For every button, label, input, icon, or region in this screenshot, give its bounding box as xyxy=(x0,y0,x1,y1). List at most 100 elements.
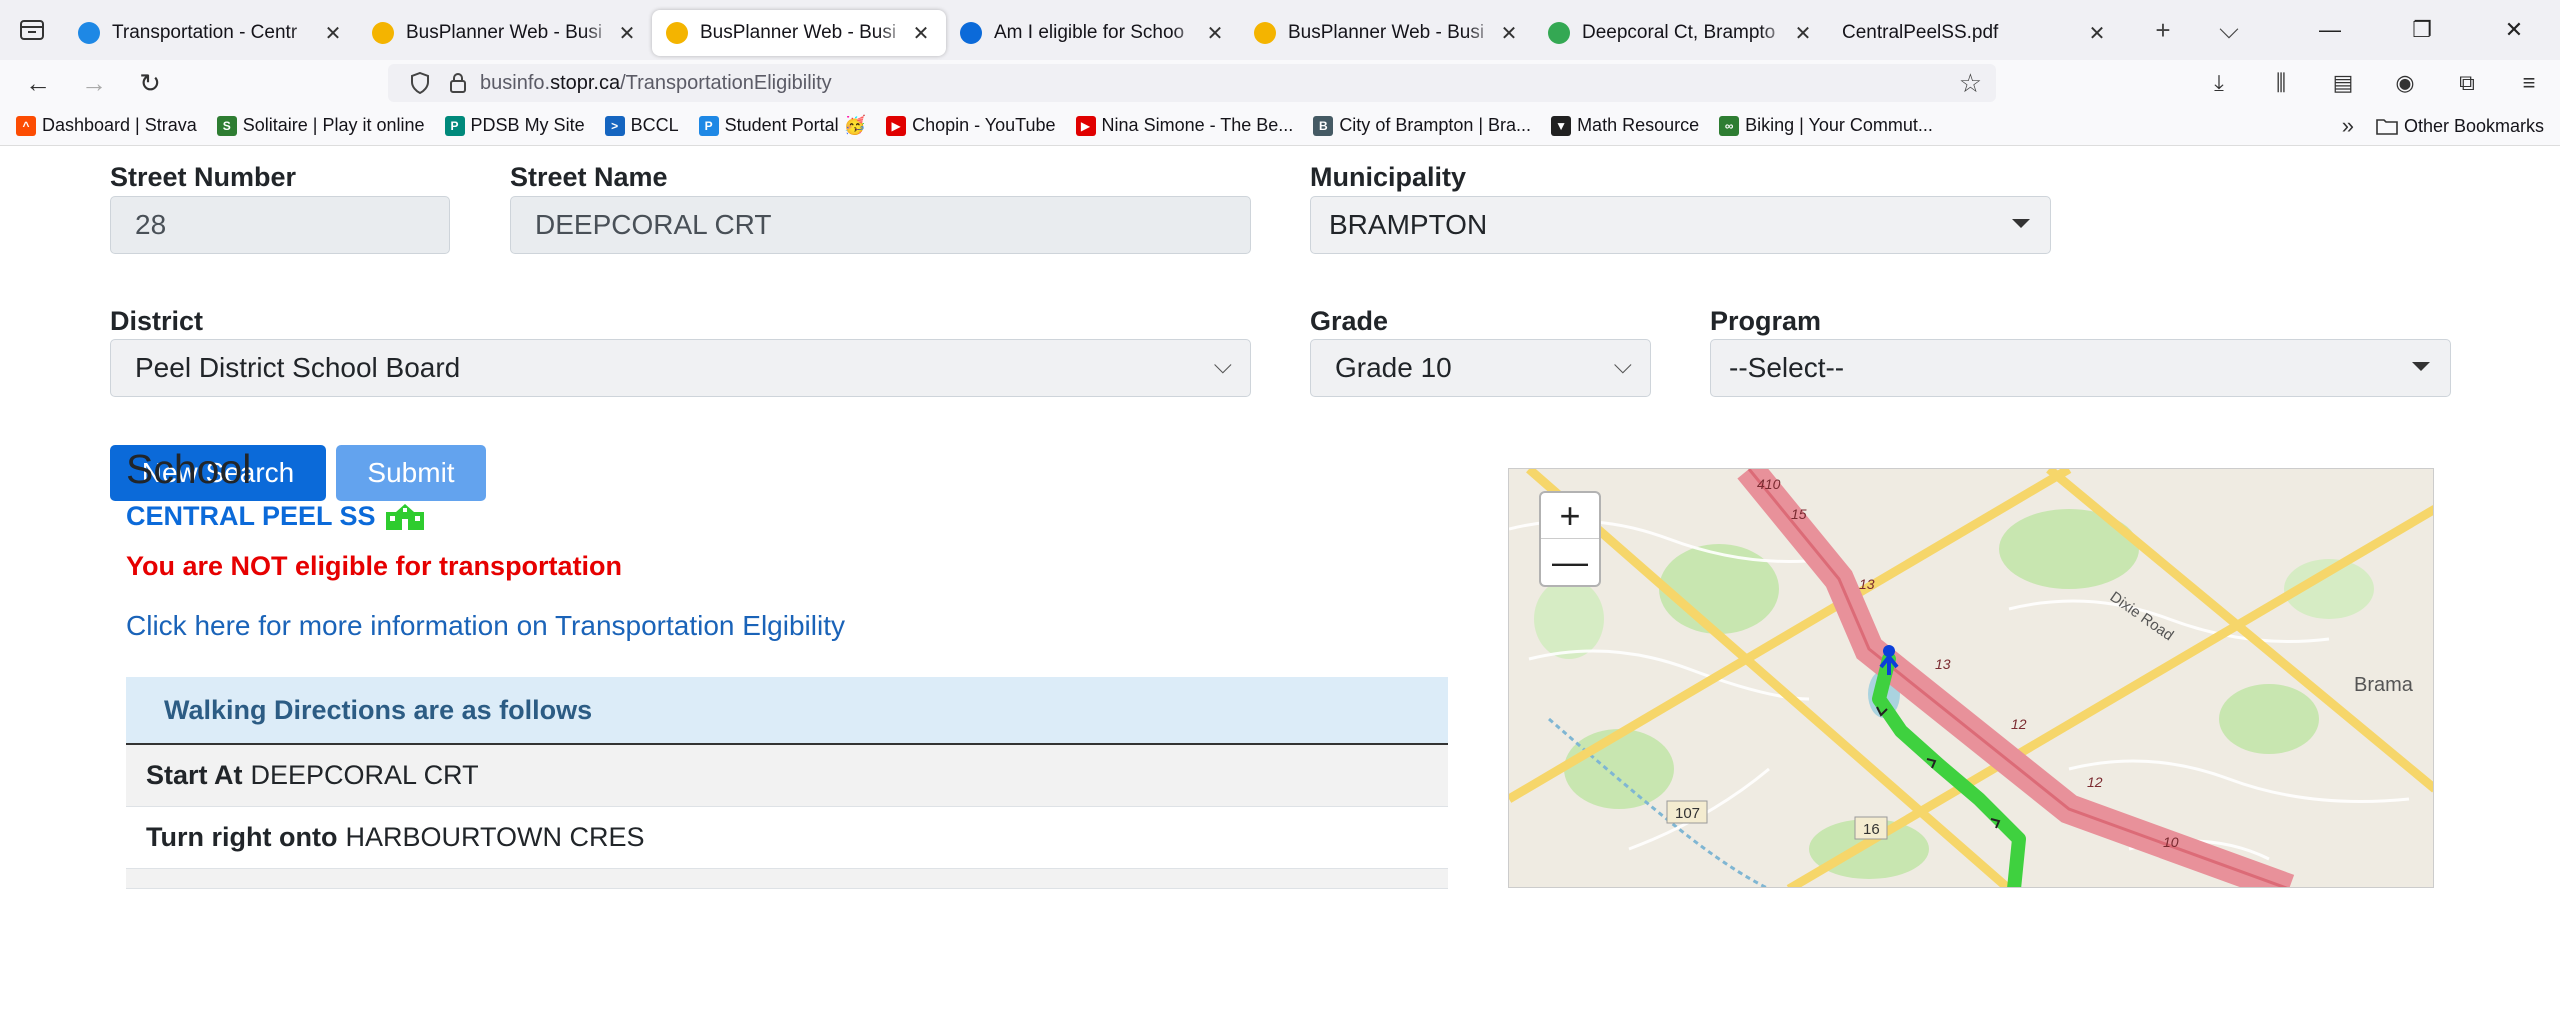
bookmark-item[interactable]: ▶ Nina Simone - The Be... xyxy=(1075,115,1294,136)
bookmark-item[interactable]: ▼ Math Resource xyxy=(1551,115,1699,136)
busplanner-icon xyxy=(1254,22,1276,44)
bookmark-item[interactable]: ▶ Chopin - YouTube xyxy=(886,115,1056,136)
route-shield-label: 16 xyxy=(1863,821,1880,838)
bookmark-item[interactable]: ∞ Biking | Your Commut... xyxy=(1719,115,1933,136)
bookmark-favicon-icon: ▶ xyxy=(1075,115,1096,136)
bookmark-favicon-icon: > xyxy=(604,115,625,136)
reload-button[interactable]: ↻ xyxy=(122,63,178,103)
forward-button[interactable]: → xyxy=(66,63,122,103)
download-icon[interactable]: ⤓ xyxy=(2188,70,2250,96)
district-select[interactable]: Peel District School Board ⌵ xyxy=(110,339,1251,397)
tab-tail: + ⌵ xyxy=(2130,14,2262,46)
bookmark-label: Math Resource xyxy=(1577,115,1700,135)
tab-title: BusPlanner Web - Busi xyxy=(406,22,603,43)
browser-tab[interactable]: BusPlanner Web - Busi ✕ xyxy=(652,10,946,56)
window-controls: — ❐ ✕ xyxy=(2284,0,2560,60)
bookmark-item[interactable]: > BCCL xyxy=(604,115,679,136)
browser-tab[interactable]: Transportation - Centr ✕ xyxy=(64,10,358,56)
browser-tab[interactable]: Deepcoral Ct, Brampto ✕ xyxy=(1534,10,1828,56)
tab-bar: Transportation - Centr ✕ BusPlanner Web - … xyxy=(0,0,2560,60)
chevron-down-icon[interactable]: ⌵ xyxy=(2196,14,2262,46)
municipality-select[interactable]: BRAMPTON xyxy=(1310,196,2051,254)
close-icon[interactable]: ✕ xyxy=(322,21,344,46)
program-select[interactable]: --Select-- xyxy=(1710,339,2451,397)
school-heading: School xyxy=(126,446,252,492)
url-bar[interactable]: businfo. stopr.ca/TransportationEligibili… xyxy=(388,64,1996,102)
bookmark-item[interactable]: B City of Brampton | Bra... xyxy=(1313,115,1531,136)
account-icon[interactable]: ◉ xyxy=(2374,70,2436,96)
extensions-icon[interactable]: ⧉ xyxy=(2436,70,2498,96)
close-icon[interactable]: ✕ xyxy=(2086,21,2108,46)
browser-tab[interactable]: BusPlanner Web - Busi ✕ xyxy=(1240,10,1534,56)
map-zoom-control: + — xyxy=(1539,491,1601,587)
bookmark-label: City of Brampton | Bra... xyxy=(1339,115,1532,135)
highway-label: 12 xyxy=(2087,774,2103,790)
bookmark-item[interactable]: ^ Dashboard | Strava xyxy=(16,115,197,136)
route-map[interactable]: Dixie Road Brama 410 15 13 13 12 12 10 1… xyxy=(1508,468,2434,888)
browser-tab[interactable]: CentralPeelSS.pdf ✕ xyxy=(1828,10,2122,56)
bookmark-label: Nina Simone - The Be... xyxy=(1101,115,1294,135)
bookmark-label: Biking | Your Commut... xyxy=(1745,115,1933,135)
bookmarks-toolbar: ^ Dashboard | Strava S Solitaire | Play it … xyxy=(0,106,2560,146)
map-tiles[interactable]: Dixie Road Brama 410 15 13 13 12 12 10 1… xyxy=(1509,469,2434,888)
back-button[interactable]: ← xyxy=(10,63,66,103)
eligibility-status: You are NOT eligible for transportation xyxy=(126,551,623,581)
zoom-out-button[interactable]: — xyxy=(1541,539,1599,585)
bookmark-favicon-icon: ▼ xyxy=(1551,115,1572,136)
browser-tab[interactable]: Am I eligible for Schoo ✕ xyxy=(946,10,1240,56)
walking-directions-table: Walking Directions are as follows Start … xyxy=(126,677,1448,889)
close-icon[interactable]: ✕ xyxy=(616,21,638,46)
sharepoint-icon xyxy=(960,22,982,44)
browser-tab[interactable]: BusPlanner Web - Busi ✕ xyxy=(358,10,652,56)
url-prefix: businfo. xyxy=(480,71,551,94)
street-number-field[interactable]: 28 xyxy=(110,196,450,254)
place-label: Brama xyxy=(2354,674,2414,696)
table-row xyxy=(126,869,1448,889)
bookmark-item[interactable]: S Solitaire | Play it online xyxy=(216,115,425,136)
street-name-label: Street Name xyxy=(510,162,668,192)
grade-select[interactable]: Grade 10 ⌵ xyxy=(1310,339,1651,397)
bookmark-favicon-icon: ^ xyxy=(16,115,36,136)
school-name-text: CENTRAL PEEL SS xyxy=(126,501,376,531)
other-bookmarks-button[interactable]: Other Bookmarks xyxy=(2376,116,2544,137)
tab-list-icon xyxy=(20,20,44,40)
shield-icon[interactable] xyxy=(404,72,436,94)
route-shield-label: 107 xyxy=(1675,805,1700,822)
program-label: Program xyxy=(1710,306,1822,336)
bookmark-item[interactable]: P PDSB My Site xyxy=(444,115,585,136)
window-close-button[interactable]: ✕ xyxy=(2468,0,2560,60)
stopr-icon xyxy=(78,22,100,44)
grade-label: Grade xyxy=(1310,306,1389,336)
tab-title: CentralPeelSS.pdf xyxy=(1842,22,1999,43)
minimize-button[interactable]: — xyxy=(2284,0,2376,60)
highway-label: 13 xyxy=(1859,576,1875,592)
municipality-label: Municipality xyxy=(1310,162,1467,192)
close-icon[interactable]: ✕ xyxy=(1498,21,1520,46)
menu-icon[interactable]: ≡ xyxy=(2498,70,2560,96)
lock-icon[interactable] xyxy=(442,72,474,94)
program-value: --Select-- xyxy=(1729,352,1845,383)
highway-label: 15 xyxy=(1791,506,1807,522)
bookmark-star-icon[interactable]: ☆ xyxy=(1959,68,1982,99)
street-name-field[interactable]: DEEPCORAL CRT xyxy=(510,196,1251,254)
bookmark-item[interactable]: P Student Portal 🥳 xyxy=(698,115,866,136)
zoom-in-button[interactable]: + xyxy=(1541,493,1599,539)
municipality-value: BRAMPTON xyxy=(1329,209,1488,240)
library-icon[interactable]: ⫼ xyxy=(2250,70,2312,96)
chevron-right-icon[interactable]: » xyxy=(2342,113,2354,139)
close-icon[interactable]: ✕ xyxy=(1792,21,1814,46)
list-all-tabs-button[interactable] xyxy=(0,0,64,60)
tab-title: Transportation - Centr xyxy=(112,22,298,43)
street-number-value: 28 xyxy=(135,209,167,240)
bookmark-favicon-icon: B xyxy=(1313,115,1334,136)
eligibility-info-link[interactable]: Click here for more information on Trans… xyxy=(126,610,845,642)
chevron-down-icon: ⌵ xyxy=(1213,352,1232,379)
sidebar-icon[interactable]: ▤ xyxy=(2312,70,2374,96)
close-icon[interactable]: ✕ xyxy=(910,21,932,46)
school-name[interactable]: CENTRAL PEEL SS xyxy=(126,501,426,532)
close-icon[interactable]: ✕ xyxy=(1204,21,1226,46)
submit-button[interactable]: Submit xyxy=(336,445,486,501)
new-tab-button[interactable]: + xyxy=(2130,15,2196,46)
street-number-label: Street Number xyxy=(110,162,297,192)
restore-button[interactable]: ❐ xyxy=(2376,0,2468,60)
